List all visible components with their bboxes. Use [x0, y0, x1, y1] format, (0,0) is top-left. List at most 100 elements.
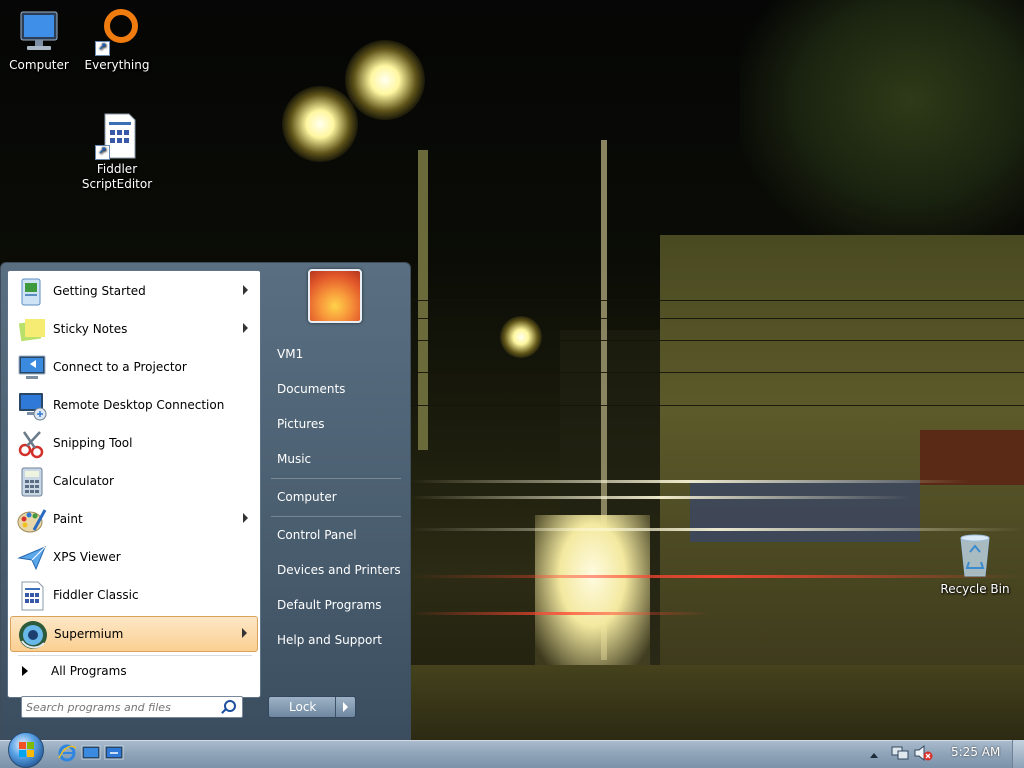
shortcut-arrow-icon: ↗	[95, 41, 110, 56]
program-item-label: Supermium	[54, 627, 124, 641]
internet-explorer-icon[interactable]	[57, 744, 77, 762]
desktop-icon-recycle-bin[interactable]: Recycle Bin	[937, 532, 1013, 597]
submenu-arrow-icon[interactable]	[243, 285, 248, 295]
paint-icon	[16, 504, 48, 536]
computer-icon	[15, 8, 63, 56]
right-item-label: Music	[277, 452, 312, 466]
program-item-label: Remote Desktop Connection	[53, 398, 225, 412]
program-item-label: Fiddler Classic	[53, 588, 139, 602]
all-programs-button[interactable]: All Programs	[10, 659, 258, 685]
lock-button-divider	[335, 697, 336, 717]
shutdown-options-arrow-icon[interactable]	[343, 702, 348, 712]
wallpaper-light-streak	[410, 480, 970, 483]
all-programs-label: All Programs	[51, 664, 127, 678]
right-item-help-support[interactable]: Help and Support	[267, 627, 405, 655]
wallpaper-wire	[410, 318, 1024, 319]
sticky-notes-icon	[16, 314, 48, 346]
show-desktop-button[interactable]	[1012, 740, 1024, 768]
right-item-label: Default Programs	[277, 598, 382, 612]
shortcut-arrow-icon: ↗	[95, 145, 110, 160]
everything-icon: ↗	[93, 8, 141, 56]
desktop-icon-label: Fiddler	[96, 162, 138, 176]
wallpaper-wire	[410, 405, 1024, 406]
right-item-devices-printers[interactable]: Devices and Printers	[267, 557, 405, 585]
fiddler-icon	[16, 580, 48, 612]
right-pane-separator	[271, 478, 401, 479]
user-account-picture[interactable]	[308, 269, 362, 323]
right-item-label: Devices and Printers	[277, 563, 401, 577]
right-item-user-folder[interactable]: VM1	[267, 341, 405, 369]
search-icon[interactable]	[224, 700, 236, 712]
program-item-getting-started[interactable]: Getting Started	[10, 274, 258, 310]
fiddler-scripteditor-icon: ↗	[93, 112, 141, 160]
program-item-label: Sticky Notes	[53, 322, 128, 336]
right-item-label: Control Panel	[277, 528, 357, 542]
start-button[interactable]	[8, 732, 44, 768]
wallpaper-streetlight	[282, 86, 358, 162]
lock-button-label: Lock	[289, 700, 317, 714]
program-item-remote-desktop[interactable]: Remote Desktop Connection	[10, 388, 258, 424]
program-item-paint[interactable]: Paint	[10, 502, 258, 538]
recycle-bin-icon	[951, 532, 999, 580]
wallpaper-streetlight	[345, 40, 425, 120]
right-item-music[interactable]: Music	[267, 446, 405, 474]
wallpaper-road	[410, 665, 1024, 740]
program-item-supermium[interactable]: Supermium	[10, 616, 258, 652]
network-icon[interactable]	[890, 744, 910, 762]
right-item-computer[interactable]: Computer	[267, 484, 405, 512]
right-pane-separator	[271, 516, 401, 517]
submenu-arrow-icon[interactable]	[242, 628, 247, 638]
program-item-label: Calculator	[53, 474, 114, 488]
right-item-label: Documents	[277, 382, 346, 396]
wallpaper-light-streak	[410, 528, 1024, 531]
wallpaper-streetlight	[500, 316, 542, 358]
program-item-connect-projector[interactable]: Connect to a Projector	[10, 350, 258, 386]
windows-explorer-icon[interactable]	[81, 744, 101, 762]
volume-muted-icon[interactable]	[913, 744, 933, 762]
expand-arrow-icon	[22, 666, 28, 676]
show-hidden-icons-icon[interactable]	[868, 749, 880, 759]
right-item-default-programs[interactable]: Default Programs	[267, 592, 405, 620]
program-item-sticky-notes[interactable]: Sticky Notes	[10, 312, 258, 348]
program-item-label: Paint	[53, 512, 83, 526]
program-item-snipping-tool[interactable]: Snipping Tool	[10, 426, 258, 462]
program-item-label: XPS Viewer	[53, 550, 121, 564]
right-item-label: VM1	[277, 347, 304, 361]
xps-viewer-icon	[16, 542, 48, 574]
search-input[interactable]	[26, 699, 216, 715]
desktop-icon-everything[interactable]: ↗ Everything	[79, 8, 155, 73]
right-item-documents[interactable]: Documents	[267, 376, 405, 404]
desktop-icon-label: Computer	[9, 58, 69, 72]
wallpaper-light-streak-red	[410, 575, 1024, 578]
start-search-box[interactable]	[21, 696, 243, 718]
start-menu: Getting Started Sticky Notes Connect to …	[0, 262, 411, 740]
desktop-icon-fiddler-scripteditor[interactable]: ↗ Fiddler ScriptEditor	[79, 112, 155, 192]
desktop-icon-label: Recycle Bin	[940, 582, 1010, 596]
right-item-pictures[interactable]: Pictures	[267, 411, 405, 439]
taskbar-clock[interactable]: 5:25 AM	[951, 745, 1000, 759]
wallpaper-light-streak	[410, 496, 910, 499]
desktop-icon-label: Everything	[84, 58, 150, 72]
projector-icon	[16, 352, 48, 384]
wallpaper-light-streak-red	[410, 612, 710, 615]
supermium-icon	[17, 619, 49, 651]
remote-desktop-icon[interactable]	[104, 744, 124, 762]
wallpaper-tree	[740, 0, 1024, 250]
program-item-fiddler-classic[interactable]: Fiddler Classic	[10, 578, 258, 614]
start-menu-programs-pane: Getting Started Sticky Notes Connect to …	[7, 270, 261, 698]
lock-button[interactable]: Lock	[268, 696, 356, 718]
program-item-calculator[interactable]: Calculator	[10, 464, 258, 500]
windows-logo-icon	[19, 742, 35, 758]
snipping-tool-icon	[16, 428, 48, 460]
wallpaper-shop-sign-blue	[690, 480, 920, 542]
right-item-label: Computer	[277, 490, 337, 504]
program-item-label: Getting Started	[53, 284, 146, 298]
desktop-icon-computer[interactable]: Computer	[1, 8, 77, 73]
desktop-icon-label: ScriptEditor	[81, 177, 153, 191]
program-item-label: Snipping Tool	[53, 436, 133, 450]
wallpaper-kiosk-glow	[535, 515, 650, 665]
program-item-xps-viewer[interactable]: XPS Viewer	[10, 540, 258, 576]
submenu-arrow-icon[interactable]	[243, 323, 248, 333]
right-item-control-panel[interactable]: Control Panel	[267, 522, 405, 550]
submenu-arrow-icon[interactable]	[243, 513, 248, 523]
